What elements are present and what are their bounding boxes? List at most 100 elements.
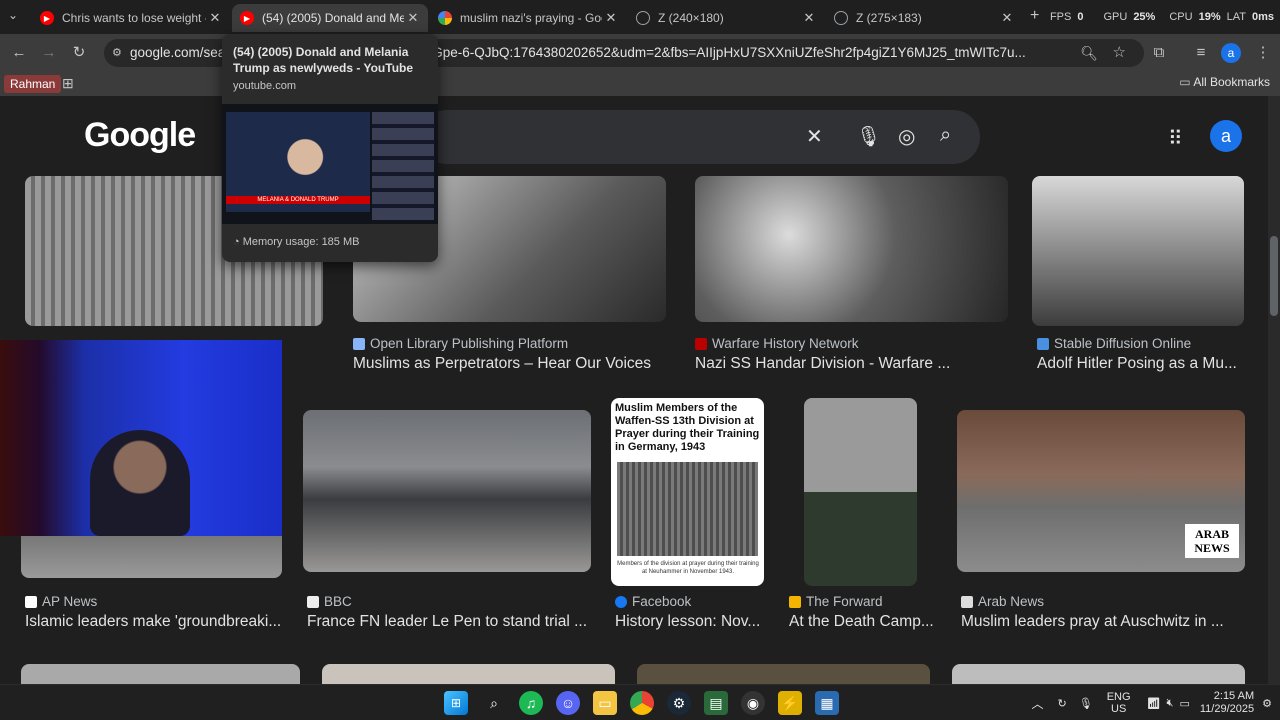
back-icon[interactable]: ← bbox=[8, 42, 30, 64]
steam-icon[interactable]: ⚙ bbox=[667, 691, 691, 715]
result-source[interactable]: Arab News bbox=[961, 594, 1044, 609]
result-source[interactable]: Warfare History Network bbox=[695, 336, 859, 351]
result-image-13[interactable] bbox=[952, 664, 1245, 684]
result-image-8[interactable] bbox=[804, 398, 917, 586]
facebook-icon bbox=[615, 595, 627, 608]
battery-icon[interactable]: ▭ bbox=[1179, 697, 1189, 710]
profile-avatar[interactable]: a bbox=[1221, 43, 1241, 63]
app-icon[interactable]: ⚡ bbox=[778, 691, 802, 715]
chevron-up-icon[interactable]: ︿ bbox=[1032, 695, 1044, 712]
result-caption[interactable]: Adolf Hitler Posing as a Mu... bbox=[1037, 355, 1257, 373]
discord-icon[interactable]: ☺ bbox=[556, 691, 580, 715]
clear-icon[interactable]: ✕ bbox=[806, 124, 823, 149]
result-source[interactable]: BBC bbox=[307, 594, 352, 609]
close-icon[interactable]: ✕ bbox=[998, 10, 1016, 26]
result-caption[interactable]: Muslims as Perpetrators – Hear Our Voice… bbox=[353, 355, 673, 373]
wifi-icon[interactable]: 📶︎ bbox=[1147, 697, 1161, 710]
page-scrollbar[interactable] bbox=[1268, 96, 1280, 684]
volume-icon[interactable]: 🔇︎ bbox=[1167, 697, 1174, 710]
result-caption[interactable]: At the Death Camp... bbox=[789, 613, 949, 631]
result-image-9[interactable]: ARAB NEWS bbox=[957, 410, 1245, 572]
forward-icon[interactable]: → bbox=[38, 42, 60, 64]
memory-icon: ◔ bbox=[233, 236, 243, 248]
tab-2[interactable]: ▶ (54) (2005) Donald and Melania ✕ bbox=[232, 4, 428, 32]
all-bookmarks-button[interactable]: ▭ All Bookmarks bbox=[1179, 75, 1270, 89]
close-icon[interactable]: ✕ bbox=[404, 10, 422, 26]
tab-search-icon[interactable]: ⌄ bbox=[8, 8, 18, 22]
clock[interactable]: 2:15 AM 11/29/2025 bbox=[1200, 690, 1254, 716]
tab-title: muslim nazi's praying - Google bbox=[460, 11, 602, 25]
result-source[interactable]: Facebook bbox=[615, 594, 691, 609]
result-caption[interactable]: Nazi SS Handar Division - Warfare ... bbox=[695, 355, 1015, 373]
result-source[interactable]: AP News bbox=[25, 594, 97, 609]
app-icon[interactable]: ▦ bbox=[815, 691, 839, 715]
windows-taskbar: ⊞ ⌕ ♫ ☺ ▭ ⚙ ▤ ◉ ⚡ ▦ ︿ ↻ 🎙︎ ENG US 📶︎ 🔇︎ ▭… bbox=[0, 684, 1280, 720]
close-icon[interactable]: ✕ bbox=[602, 10, 620, 26]
result-image-10[interactable] bbox=[21, 664, 300, 684]
time-text: 2:15 AM bbox=[1213, 690, 1255, 702]
google-apps-icon[interactable]: ⠿ bbox=[1168, 126, 1183, 151]
tab-4[interactable]: Z (240×180) ✕ bbox=[628, 4, 824, 32]
google-logo[interactable]: Google bbox=[84, 116, 196, 155]
result-source[interactable]: Stable Diffusion Online bbox=[1037, 336, 1191, 351]
extensions-icon[interactable]: ⧉ bbox=[1148, 42, 1170, 64]
apps-grid-icon[interactable]: ⊞ bbox=[62, 75, 74, 92]
new-tab-button[interactable]: + bbox=[1030, 7, 1039, 25]
search-box[interactable]: ✕ 🎙︎ ◎ ⌕ bbox=[420, 110, 980, 164]
search-icon[interactable]: ⌕ bbox=[940, 124, 951, 147]
tab-strip: ⌄ ▶ Chris wants to lose weight - You ✕ ▶… bbox=[0, 0, 1280, 34]
result-caption[interactable]: Islamic leaders make 'groundbreaki... bbox=[25, 613, 285, 631]
spotify-icon[interactable]: ♫ bbox=[519, 691, 543, 715]
close-icon[interactable]: ✕ bbox=[800, 10, 818, 26]
result-caption[interactable]: France FN leader Le Pen to stand trial .… bbox=[307, 613, 592, 631]
reload-icon[interactable]: ↻ bbox=[68, 42, 90, 64]
tab-1[interactable]: ▶ Chris wants to lose weight - You ✕ bbox=[32, 4, 230, 32]
result-image-4[interactable] bbox=[1032, 176, 1244, 326]
site-info-icon[interactable]: ⚙ bbox=[112, 39, 122, 67]
lang-primary: ENG bbox=[1106, 691, 1131, 703]
lat-label: LAT bbox=[1226, 11, 1246, 23]
scrollbar-thumb[interactable] bbox=[1270, 236, 1278, 316]
tab-title: Z (275×183) bbox=[856, 11, 922, 25]
google-icon bbox=[438, 11, 452, 25]
bookmark-star-icon[interactable]: ☆ bbox=[1113, 39, 1126, 67]
result-caption[interactable]: Muslim leaders pray at Auschwitz in ... bbox=[961, 613, 1251, 631]
search-icon[interactable]: ⌕ bbox=[482, 691, 506, 715]
result-image-6[interactable] bbox=[303, 410, 591, 572]
fps-label: FPS bbox=[1049, 11, 1072, 23]
tab-3[interactable]: muslim nazi's praying - Google ✕ bbox=[430, 4, 626, 32]
bookmarks-bar: Rahman ⊞ ▭ All Bookmarks bbox=[0, 72, 1280, 96]
mic-icon[interactable]: 🎙︎ bbox=[1079, 697, 1093, 710]
zoom-icon[interactable]: 🔍︎ bbox=[1080, 39, 1098, 67]
mic-icon[interactable]: 🎙︎ bbox=[856, 124, 881, 149]
account-avatar[interactable]: a bbox=[1210, 120, 1242, 152]
hover-card-preview: MELANIA & DONALD TRUMP bbox=[222, 104, 438, 224]
file-explorer-icon[interactable]: ▭ bbox=[593, 691, 617, 715]
preview-banner: MELANIA & DONALD TRUMP bbox=[226, 196, 370, 204]
tab-5[interactable]: Z (275×183) ✕ bbox=[826, 4, 1022, 32]
chrome-icon[interactable] bbox=[630, 691, 654, 715]
youtube-icon: ▶ bbox=[240, 11, 254, 25]
arab-news-icon bbox=[961, 595, 973, 608]
result-image-11[interactable] bbox=[322, 664, 615, 684]
menu-icon[interactable]: ⋮ bbox=[1252, 42, 1274, 64]
obs-icon[interactable]: ◉ bbox=[741, 691, 765, 715]
result-source[interactable]: The Forward bbox=[789, 594, 883, 609]
result-source[interactable]: Open Library Publishing Platform bbox=[353, 336, 568, 351]
media-control-icon[interactable]: ≡ bbox=[1190, 42, 1212, 64]
result-image-3[interactable] bbox=[695, 176, 1008, 322]
start-icon[interactable]: ⊞ bbox=[444, 691, 468, 715]
card-headline: Muslim Members of the Waffen-SS 13th Div… bbox=[615, 402, 760, 453]
notification-icon[interactable]: ⚙ bbox=[1262, 697, 1272, 710]
lat-value: 0ms bbox=[1251, 11, 1274, 23]
bookmark-profile-chip[interactable]: Rahman bbox=[4, 75, 62, 93]
result-image-12[interactable] bbox=[637, 664, 930, 684]
result-image-7[interactable]: Muslim Members of the Waffen-SS 13th Div… bbox=[611, 398, 764, 586]
close-icon[interactable]: ✕ bbox=[206, 10, 224, 26]
result-caption[interactable]: History lesson: Nov... bbox=[615, 613, 775, 631]
sync-icon[interactable]: ↻ bbox=[1058, 697, 1067, 710]
lens-icon[interactable]: ◎ bbox=[898, 124, 915, 149]
ap-news-icon bbox=[25, 595, 37, 608]
app-icon[interactable]: ▤ bbox=[704, 691, 728, 715]
language-indicator[interactable]: ENG US bbox=[1107, 691, 1131, 715]
